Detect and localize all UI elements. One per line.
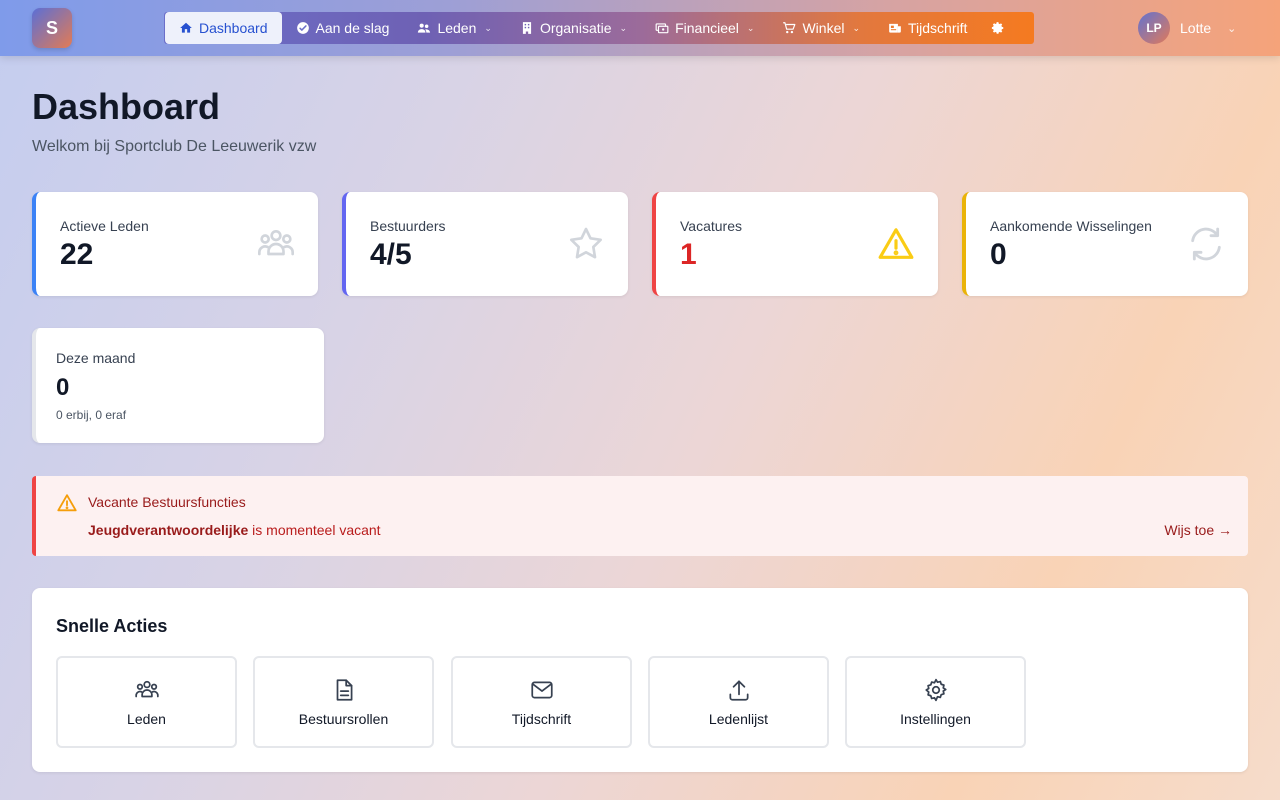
quick-action-label: Leden [127, 711, 166, 727]
warning-icon [878, 228, 914, 259]
nav-item-leden[interactable]: Leden ⌄ [403, 12, 505, 44]
stat-value: 1 [680, 238, 697, 271]
main-nav: Dashboard Aan de slag Leden ⌄ Organisati… [164, 12, 1034, 44]
stat-card-actieve-leden[interactable]: Actieve Leden 22 [32, 192, 318, 296]
users-icon [134, 680, 159, 698]
home-icon [180, 22, 192, 33]
nav-item-tijdschrift[interactable]: Tijdschrift [874, 12, 981, 44]
vacancy-alert: Vacante Bestuursfuncties Jeugdverantwoor… [32, 476, 1248, 556]
nav-item-label: Leden [437, 20, 477, 36]
quick-action-leden[interactable]: Leden [56, 656, 237, 748]
quick-actions-panel: Snelle Acties Leden Bestuursrollen Tijds… [32, 588, 1248, 772]
quick-action-label: Ledenlijst [708, 711, 769, 727]
nav-item-winkel[interactable]: Winkel ⌄ [768, 12, 874, 44]
refresh-icon [1191, 227, 1221, 261]
cart-icon [783, 22, 796, 34]
chevron-down-icon: ⌄ [746, 22, 755, 33]
nav-item-aan-de-slag[interactable]: Aan de slag [282, 12, 404, 44]
quick-action-label: Bestuursrollen [298, 711, 389, 727]
stat-value: 4/5 [370, 238, 412, 271]
stat-value: 0 [56, 374, 70, 401]
users-icon [257, 230, 295, 256]
stat-card-aankomende-wisselingen[interactable]: Aankomende Wisselingen 0 [962, 192, 1248, 296]
app-logo[interactable]: S [32, 8, 72, 48]
quick-action-ledenlijst[interactable]: Ledenlijst [648, 656, 829, 748]
user-menu[interactable]: LP Lotte ⌄ [1138, 12, 1236, 44]
document-icon [336, 679, 352, 701]
chevron-down-icon: ⌄ [1227, 22, 1237, 35]
nav-settings-button[interactable] [981, 12, 1015, 44]
check-circle-icon [296, 22, 309, 34]
gear-icon [992, 22, 1004, 34]
quick-action-label: Tijdschrift [511, 711, 572, 727]
stat-label: Actieve Leden [60, 218, 149, 234]
nav-item-financieel[interactable]: Financieel ⌄ [641, 12, 768, 44]
chevron-down-icon: ⌄ [852, 22, 861, 33]
chevron-down-icon: ⌄ [484, 22, 492, 33]
building-icon [522, 22, 532, 34]
warning-icon [57, 494, 77, 512]
alert-message: is momenteel vacant [248, 522, 381, 538]
stat-value: 0 [990, 238, 1007, 271]
avatar: LP [1138, 12, 1170, 44]
nav-item-label: Organisatie [539, 20, 612, 36]
nav-item-label: Dashboard [199, 20, 268, 36]
stat-label: Aankomende Wisselingen [990, 218, 1152, 234]
quick-action-label: Instellingen [900, 711, 971, 727]
user-name: Lotte [1180, 20, 1212, 36]
stat-card-bestuurders[interactable]: Bestuurders 4/5 [342, 192, 628, 296]
page-title: Dashboard [32, 86, 221, 127]
stat-label: Deze maand [56, 350, 136, 366]
stat-card-deze-maand[interactable]: Deze maand 0 0 erbij, 0 eraf [32, 328, 324, 443]
nav-item-organisatie[interactable]: Organisatie ⌄ [506, 12, 641, 44]
alert-role: Jeugdverantwoordelijke [88, 522, 249, 538]
quick-actions-title: Snelle Acties [56, 616, 168, 636]
newspaper-icon [889, 23, 901, 33]
users-icon [418, 23, 431, 33]
nav-item-label: Winkel [802, 20, 845, 36]
nav-item-label: Aan de slag [315, 20, 390, 36]
assign-link[interactable]: Wijs toe → [1164, 522, 1232, 538]
quick-action-instellingen[interactable]: Instellingen [845, 656, 1026, 748]
stat-label: Bestuurders [370, 218, 446, 234]
quick-action-tijdschrift[interactable]: Tijdschrift [451, 656, 632, 748]
money-icon [655, 23, 669, 34]
stat-subtext: 0 erbij, 0 eraf [56, 408, 127, 422]
stat-card-vacatures[interactable]: Vacatures 1 [652, 192, 938, 296]
nav-item-label: Tijdschrift [908, 20, 968, 36]
top-navbar: S Dashboard Aan de slag Leden ⌄ Organisa… [0, 0, 1280, 56]
alert-text: Jeugdverantwoordelijke is momenteel vaca… [88, 522, 381, 538]
gear-icon [924, 678, 947, 702]
nav-item-dashboard[interactable]: Dashboard [165, 12, 282, 44]
page-subtitle: Welkom bij Sportclub De Leeuwerik vzw [32, 138, 317, 155]
stat-label: Vacatures [680, 218, 742, 234]
chevron-down-icon: ⌄ [619, 22, 628, 33]
star-icon [570, 227, 602, 259]
nav-item-label: Financieel [675, 20, 739, 36]
stat-value: 22 [60, 238, 94, 271]
mail-icon [530, 681, 553, 699]
alert-title: Vacante Bestuursfuncties [88, 494, 246, 510]
quick-action-bestuursrollen[interactable]: Bestuursrollen [253, 656, 434, 748]
upload-icon [728, 680, 749, 701]
